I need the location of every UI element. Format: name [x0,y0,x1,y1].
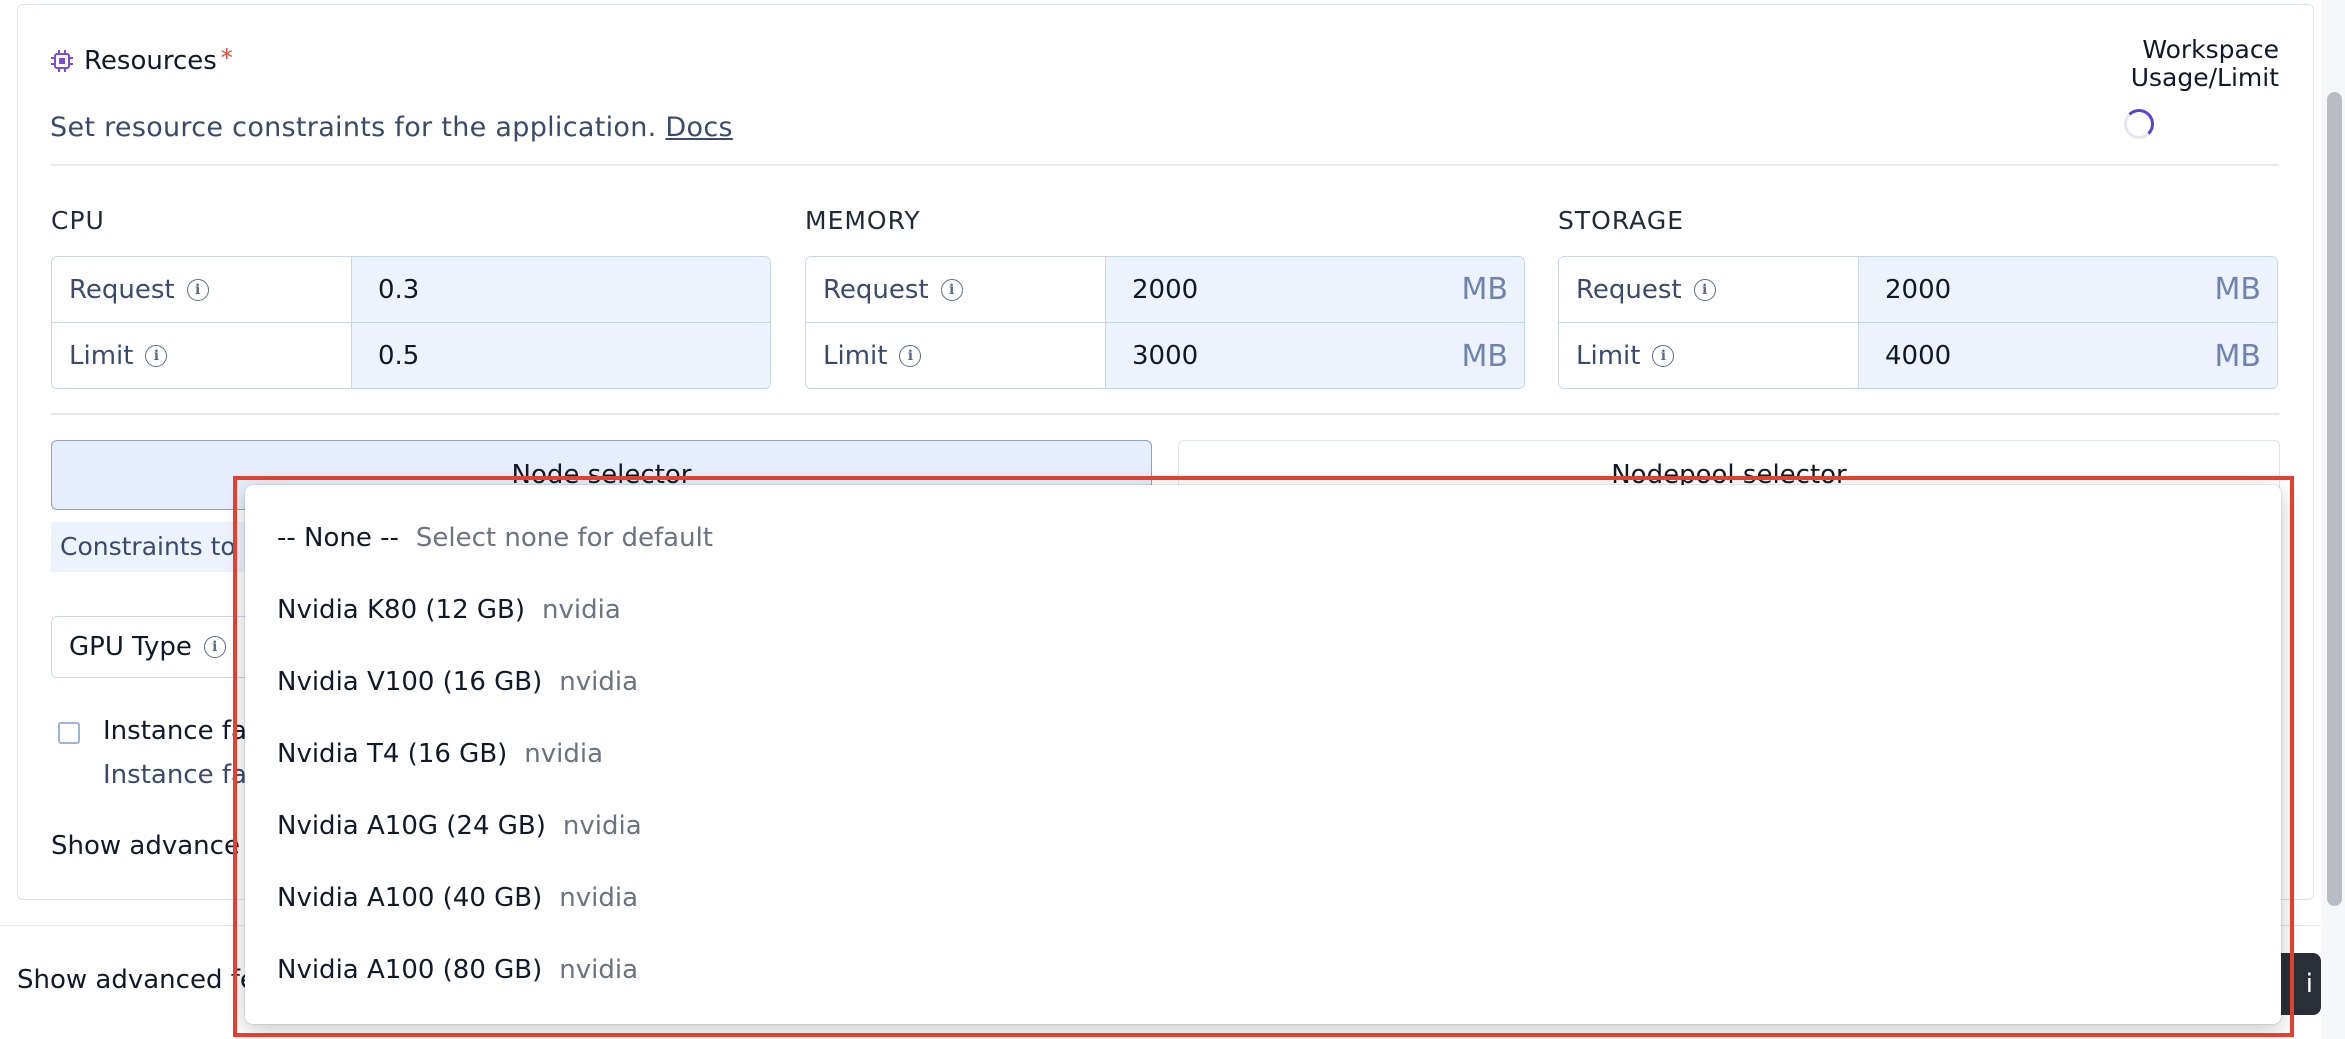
cpu-group: Request i 0.3 Limit i 0.5 [51,256,771,389]
loading-spinner-icon [2124,109,2154,139]
storage-request-row: Request i 2000 MB [1559,257,2277,323]
cpu-limit-value: 0.5 [378,341,420,371]
storage-limit-text: Limit [1576,341,1641,371]
storage-request-value: 2000 [1885,274,1952,305]
storage-limit-label: Limit i [1559,323,1859,388]
memory-request-label: Request i [806,257,1106,322]
resources-description: Set resource constraints for the applica… [50,112,733,143]
info-icon[interactable]: i [186,278,209,301]
scrollbar-thumb[interactable] [2327,92,2342,906]
cpu-request-value: 0.3 [378,274,420,305]
storage-limit-input[interactable]: 4000 MB [1859,323,2277,388]
storage-group: Request i 2000 MB Limit i 4000 MB [1558,256,2278,389]
memory-limit-input[interactable]: 3000 MB [1106,323,1524,388]
memory-request-text: Request [823,274,929,305]
memory-limit-row: Limit i 3000 MB [806,323,1524,388]
instance-family-title: Instance fa [103,716,247,746]
cpu-limit-input[interactable]: 0.5 [352,323,770,388]
storage-label: STORAGE [1558,206,1685,235]
memory-request-value: 2000 [1132,274,1199,305]
docs-link[interactable]: Docs [665,112,732,143]
instance-family-checkbox[interactable] [58,722,80,744]
workspace-usage-label: Workspace Usage/Limit [2131,36,2279,92]
storage-request-label: Request i [1559,257,1859,322]
info-icon[interactable]: i [899,345,922,367]
cpu-request-label: Request i [52,257,352,322]
storage-request-text: Request [1576,274,1682,305]
resources-title: Resources [84,46,217,76]
cpu-request-row: Request i 0.3 [52,257,770,323]
resources-header: Resources * [50,44,233,76]
memory-label: MEMORY [805,206,921,235]
memory-request-unit: MB [1461,272,1508,307]
memory-limit-unit: MB [1461,338,1508,374]
constraints-note: Constraints to [51,522,261,572]
memory-limit-label: Limit i [806,323,1106,388]
storage-request-input[interactable]: 2000 MB [1859,257,2277,322]
cpu-request-input[interactable]: 0.3 [352,257,770,322]
cpu-limit-row: Limit i 0.5 [52,323,770,388]
info-icon[interactable]: i [145,345,168,367]
gpu-type-label: GPU Type [69,632,192,662]
instance-family-subtitle: Instance fa [103,760,247,790]
info-icon[interactable]: i [1693,278,1716,301]
storage-limit-value: 4000 [1885,341,1952,371]
show-advanced-link[interactable]: Show advance [51,831,240,861]
footer-button-label: i [2305,969,2313,999]
memory-limit-value: 3000 [1132,341,1199,371]
memory-request-input[interactable]: 2000 MB [1106,257,1524,322]
highlight-box [233,476,2294,1037]
usage-line-1: Workspace [2142,35,2279,64]
show-advanced-fields-toggle[interactable]: Show advanced fe [17,965,256,995]
usage-line-2: Usage/Limit [2130,63,2279,92]
cpu-limit-text: Limit [69,341,134,371]
cpu-limit-label: Limit i [52,323,352,388]
storage-limit-unit: MB [2214,338,2261,374]
info-icon[interactable]: i [940,278,963,301]
cpu-request-text: Request [69,274,175,305]
info-icon[interactable]: i [203,636,226,658]
description-text: Set resource constraints for the applica… [50,112,657,143]
memory-limit-text: Limit [823,341,888,371]
memory-group: Request i 2000 MB Limit i 3000 MB [805,256,1525,389]
memory-request-row: Request i 2000 MB [806,257,1524,323]
cpu-chip-icon [51,50,73,72]
info-icon[interactable]: i [1652,345,1675,367]
storage-request-unit: MB [2214,272,2261,307]
required-mark: * [220,44,233,72]
header-divider [51,164,2279,166]
scrollbar-track[interactable] [2321,0,2345,1039]
cpu-label: CPU [51,206,105,235]
storage-limit-row: Limit i 4000 MB [1559,323,2277,388]
resources-divider [51,413,2279,415]
